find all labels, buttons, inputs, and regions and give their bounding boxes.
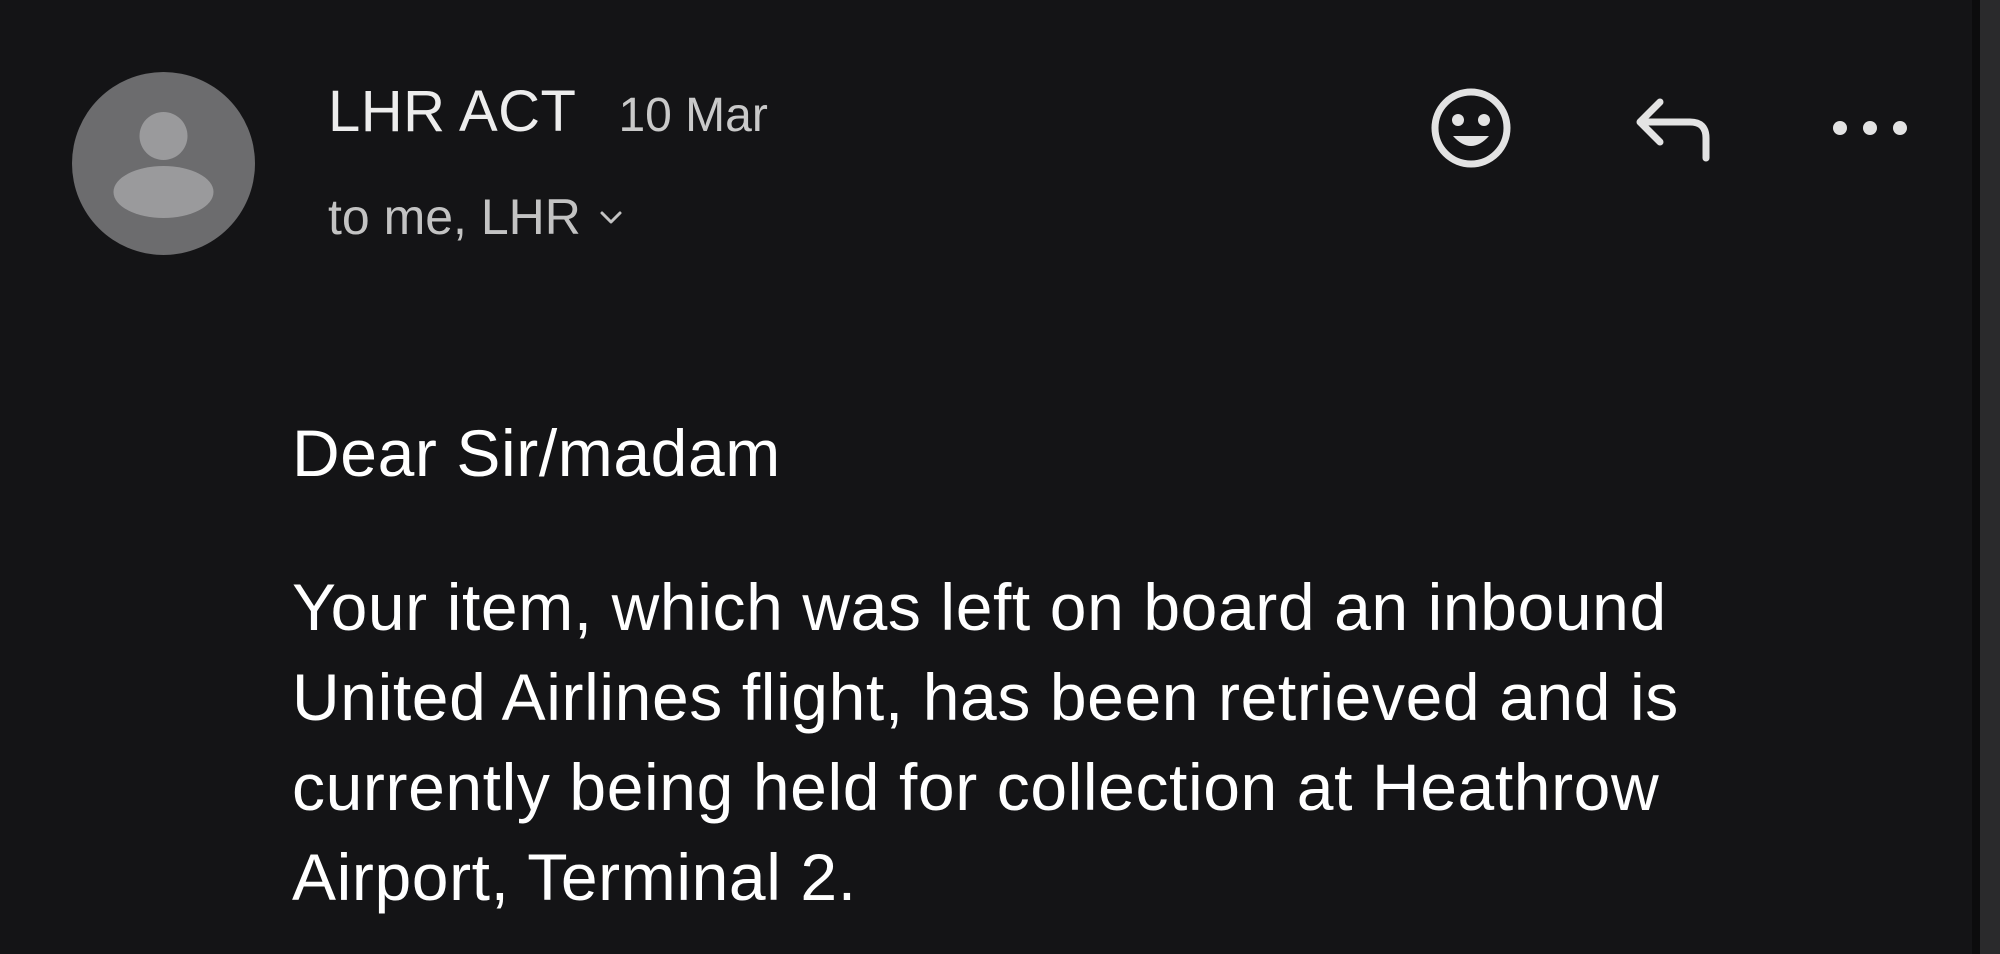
person-icon bbox=[113, 112, 214, 218]
sender-name[interactable]: LHR ACT bbox=[328, 78, 576, 145]
greeting-text: Dear Sir/madam bbox=[292, 416, 781, 490]
more-options-icon bbox=[1833, 121, 1907, 135]
side-edge bbox=[1972, 0, 2000, 954]
more-options-button[interactable] bbox=[1826, 104, 1914, 152]
chevron-down-icon bbox=[600, 211, 622, 224]
sender-row: LHR ACT 10 Mar bbox=[328, 78, 768, 145]
email-view: LHR ACT 10 Mar to me, LHR Dear Sir/madam bbox=[0, 0, 1972, 954]
message-body: Dear Sir/madam Your item, which was left… bbox=[292, 408, 1852, 922]
body-paragraph: Your item, which was left on board an in… bbox=[292, 570, 1679, 914]
smiley-icon bbox=[1431, 88, 1511, 168]
email-date: 10 Mar bbox=[618, 89, 768, 142]
add-reaction-button[interactable] bbox=[1427, 84, 1515, 172]
recipients-toggle[interactable]: to me, LHR bbox=[328, 188, 625, 246]
reply-icon bbox=[1636, 98, 1710, 162]
recipients-label: to me, LHR bbox=[328, 189, 581, 245]
sender-avatar[interactable] bbox=[72, 72, 255, 255]
reply-button[interactable] bbox=[1628, 90, 1718, 170]
divider bbox=[1972, 0, 1980, 954]
